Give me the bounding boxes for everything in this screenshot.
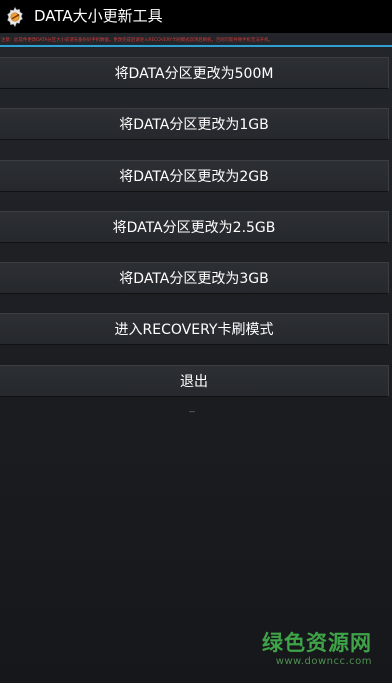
button-label: 退出 — [180, 374, 208, 390]
button-label: 进入RECOVERY卡刷模式 — [114, 322, 274, 338]
watermark-url: www.downcc.com — [275, 656, 372, 667]
button-label: 将DATA分区更改为500M — [114, 66, 274, 82]
set-data-2-5gb-button[interactable]: 将DATA分区更改为2.5GB — [0, 211, 389, 243]
button-label: 将DATA分区更改为1GB — [119, 117, 269, 133]
app-title: DATA大小更新工具 — [34, 7, 163, 25]
enter-recovery-button[interactable]: 进入RECOVERY卡刷模式 — [0, 313, 389, 345]
gear-wrench-icon — [7, 6, 23, 28]
title-bar: DATA大小更新工具 — [0, 0, 392, 33]
button-label: 将DATA分区更改为2.5GB — [112, 220, 276, 236]
status-text: -- — [189, 407, 195, 416]
button-label: 将DATA分区更改为3GB — [119, 271, 269, 287]
set-data-2gb-button[interactable]: 将DATA分区更改为2GB — [0, 160, 389, 192]
warning-notice: 注意：此软件更改DATA分区大小前请先备份好手机数据，更改完成后请进入RECOV… — [1, 38, 273, 43]
set-data-500m-button[interactable]: 将DATA分区更改为500M — [0, 57, 389, 89]
watermark: 绿色资源网 www.downcc.com — [252, 630, 372, 674]
watermark-title: 绿色资源网 — [262, 631, 372, 655]
header-divider — [0, 45, 392, 47]
set-data-3gb-button[interactable]: 将DATA分区更改为3GB — [0, 262, 389, 294]
set-data-1gb-button[interactable]: 将DATA分区更改为1GB — [0, 108, 389, 140]
button-label: 将DATA分区更改为2GB — [119, 169, 269, 185]
exit-button[interactable]: 退出 — [0, 365, 389, 397]
